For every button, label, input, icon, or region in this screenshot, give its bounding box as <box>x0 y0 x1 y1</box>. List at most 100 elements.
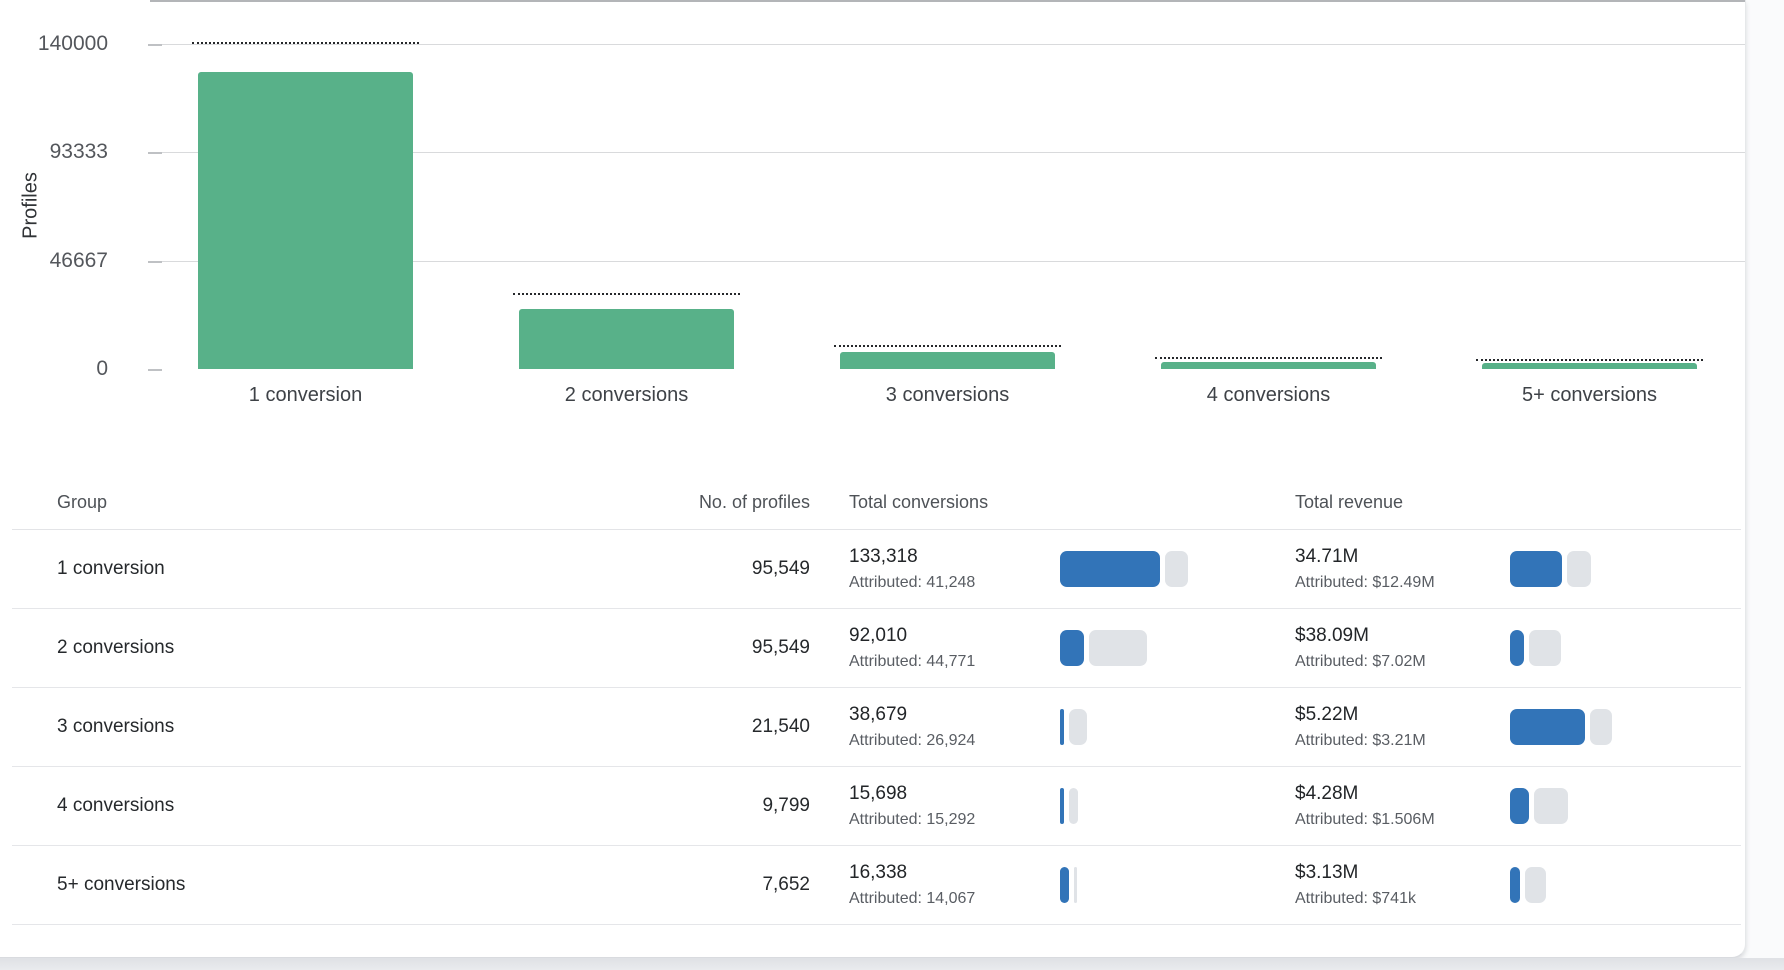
group-cell: 5+ conversions <box>57 846 185 924</box>
gridline <box>158 44 1745 45</box>
table-row: 4 conversions 9,799 15,698 Attributed: 15,2… <box>12 767 1741 846</box>
metric-attributed: Attributed: 41,248 <box>849 574 976 591</box>
axis-tick <box>148 152 162 155</box>
metric-total: 92,010 <box>849 625 908 646</box>
metric-total: $4.28M <box>1295 783 1359 804</box>
x-tick-label: 3 conversions <box>885 384 1010 406</box>
axis-tick <box>148 369 162 371</box>
metric-block: 133,318 Attributed: 41,248 <box>849 545 975 593</box>
metric-attributed: Attributed: 44,771 <box>849 653 976 670</box>
chart-bar-5+-conversions[interactable] <box>1482 362 1697 369</box>
cell-text: 1 conversion <box>57 558 165 579</box>
mini-bar-track-segment <box>1529 630 1561 666</box>
chart-bar-2-conversions[interactable] <box>519 308 734 369</box>
column-header-group: Group <box>57 492 108 512</box>
metric-block: 16,338 Attributed: 14,067 <box>849 861 975 909</box>
cell-text: 3 conversions <box>57 716 175 737</box>
column-header-profiles: No. of profiles <box>698 492 810 512</box>
revenue-bar-cell <box>1510 530 1591 608</box>
conversions-bar-cell <box>1060 846 1077 924</box>
mini-bar-track-segment <box>1089 630 1147 666</box>
metric-total: 133,318 <box>849 546 918 567</box>
mini-bar-track-segment <box>1074 867 1077 903</box>
revenue-cell: $38.09M Attributed: $7.02M <box>1295 609 1426 687</box>
y-tick-label: 93333 <box>49 140 108 164</box>
metric-attributed: Attributed: 14,067 <box>849 890 976 907</box>
metric-block: 15,698 Attributed: 15,292 <box>849 782 975 830</box>
cell-text: 2 conversions <box>57 637 175 658</box>
cell-text: 95,549 <box>751 637 810 658</box>
cell-text: 95,549 <box>751 558 810 579</box>
axis-tick <box>148 44 162 46</box>
metric-block: $3.13M Attributed: $741k <box>1295 861 1416 909</box>
revenue-cell: 34.71M Attributed: $12.49M <box>1295 530 1435 608</box>
mini-bar <box>1510 867 1546 903</box>
conversions-cell: 15,698 Attributed: 15,292 <box>849 767 975 845</box>
mini-bar-attributed-segment <box>1060 630 1084 666</box>
cell-text: 5+ conversions <box>57 874 186 895</box>
mini-bar-track-segment <box>1069 788 1078 824</box>
y-tick-label: 140000 <box>37 32 108 55</box>
metric-attributed: Attributed: $1.506M <box>1295 811 1435 828</box>
profiles-bar-chart: Profiles 140000 93333 46667 0 1 conversion 2 … <box>0 0 1746 420</box>
metric-total: $3.13M <box>1295 862 1359 883</box>
mini-bar <box>1060 788 1078 824</box>
table-header-row: Group No. of profiles Total conversions … <box>12 468 1741 530</box>
chart-bar-4-conversions[interactable] <box>1161 362 1376 369</box>
mini-bar-attributed-segment <box>1510 551 1562 587</box>
metric-total: 38,679 <box>849 704 908 725</box>
group-cell: 3 conversions <box>57 688 174 766</box>
cell-text: 4 conversions <box>57 795 175 816</box>
mini-bar <box>1510 630 1561 666</box>
mini-bar-attributed-segment <box>1060 709 1064 745</box>
revenue-cell: $5.22M Attributed: $3.21M <box>1295 688 1426 766</box>
mini-bar-attributed-segment <box>1060 788 1064 824</box>
mini-bar-attributed-segment <box>1510 709 1585 745</box>
y-tick-label: 46667 <box>49 248 108 272</box>
mini-bar-attributed-segment <box>1060 867 1069 903</box>
dotted-benchmark-line <box>513 292 740 295</box>
chart-bar-3-conversions[interactable] <box>840 351 1055 369</box>
metric-attributed: Attributed: $12.49M <box>1295 574 1435 591</box>
profiles-cell: 9,799 <box>510 767 810 845</box>
mini-bar <box>1060 630 1147 666</box>
y-tick-label: 0 <box>96 357 108 380</box>
metric-total: $38.09M <box>1295 625 1369 646</box>
x-tick-label: 5+ conversions <box>1521 384 1658 406</box>
conversions-cell: 92,010 Attributed: 44,771 <box>849 609 975 687</box>
mini-bar <box>1060 551 1188 587</box>
revenue-bar-cell <box>1510 767 1568 845</box>
metric-attributed: Attributed: $741k <box>1295 890 1416 907</box>
conversions-cell: 133,318 Attributed: 41,248 <box>849 530 975 608</box>
cell-text: 21,540 <box>751 716 810 737</box>
metric-attributed: Attributed: $7.02M <box>1295 653 1426 670</box>
table-row: 2 conversions 95,549 92,010 Attributed: 44,… <box>12 609 1741 688</box>
chart-bar-1-conversion[interactable] <box>198 71 413 369</box>
table-row: 5+ conversions 7,652 16,338 Attributed: 14,… <box>12 846 1741 925</box>
column-header-total-conversions: Total conversions <box>849 492 989 512</box>
conversions-bar-cell <box>1060 609 1147 687</box>
conversions-bar-cell <box>1060 530 1188 608</box>
metric-block: 92,010 Attributed: 44,771 <box>849 624 975 672</box>
metric-total: 16,338 <box>849 862 908 883</box>
metric-block: 38,679 Attributed: 26,924 <box>849 703 975 751</box>
axis-tick <box>148 260 162 263</box>
mini-bar-attributed-segment <box>1510 867 1520 903</box>
conversions-bar-cell <box>1060 767 1078 845</box>
mini-bar-track-segment <box>1534 788 1568 824</box>
conversions-cell: 16,338 Attributed: 14,067 <box>849 846 975 924</box>
metric-block: 34.71M Attributed: $12.49M <box>1295 545 1435 593</box>
revenue-cell: $4.28M Attributed: $1.506M <box>1295 767 1435 845</box>
metric-total: $5.22M <box>1295 704 1359 725</box>
group-cell: 4 conversions <box>57 767 174 845</box>
metric-block: $4.28M Attributed: $1.506M <box>1295 782 1435 830</box>
revenue-bar-cell <box>1510 688 1612 766</box>
table-row: 1 conversion 95,549 133,318 Attributed: 41,… <box>12 530 1741 609</box>
metric-attributed: Attributed: 26,924 <box>849 732 976 749</box>
dotted-benchmark-line <box>192 42 419 44</box>
revenue-bar-cell <box>1510 609 1561 687</box>
revenue-bar-cell <box>1510 846 1546 924</box>
x-tick-label: 1 conversion <box>248 384 363 406</box>
metric-total: 15,698 <box>849 783 908 804</box>
group-cell: 1 conversion <box>57 530 165 608</box>
